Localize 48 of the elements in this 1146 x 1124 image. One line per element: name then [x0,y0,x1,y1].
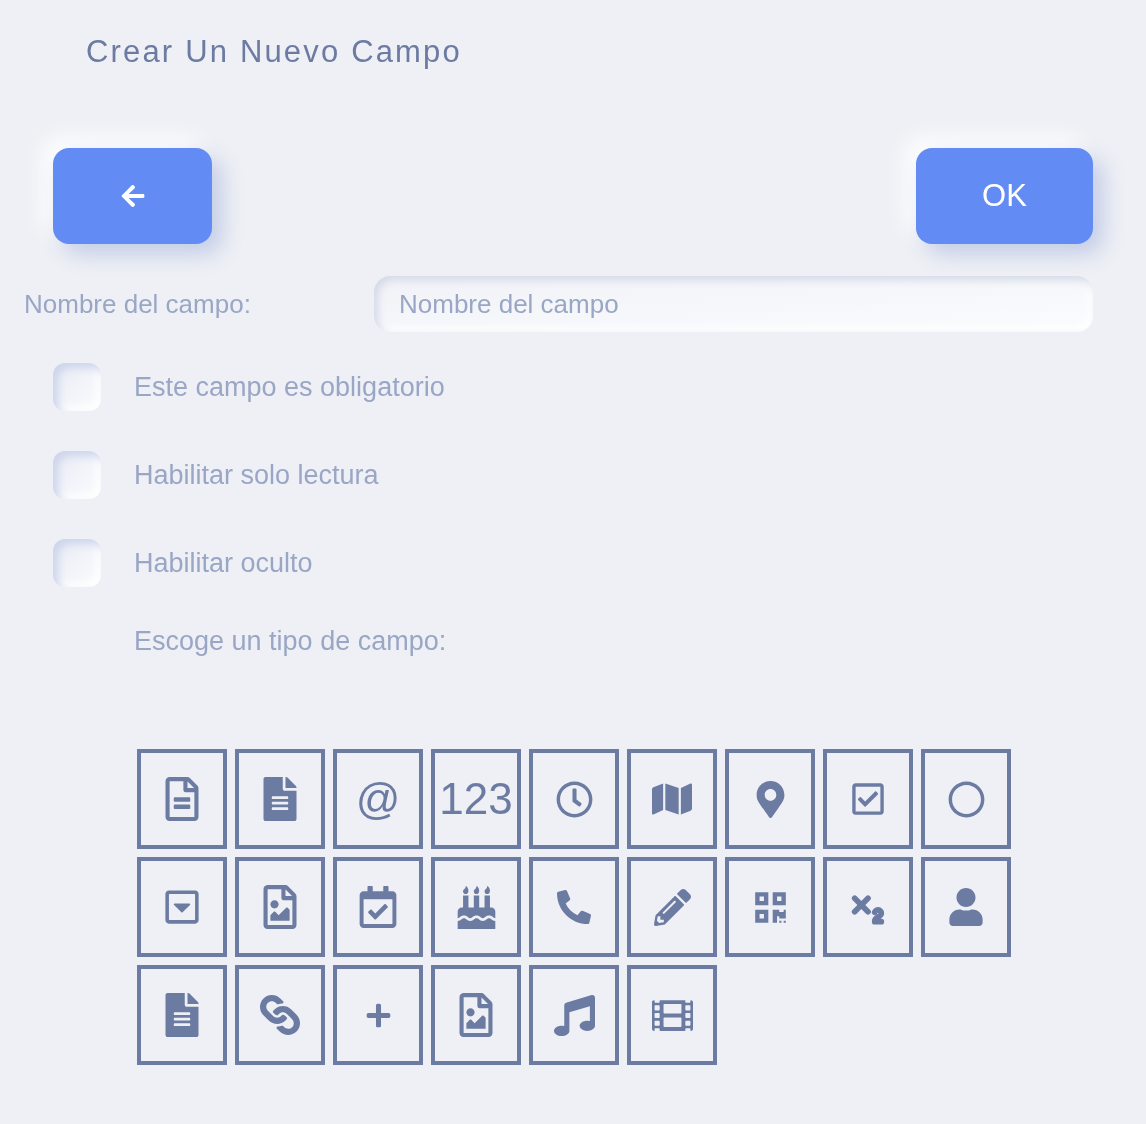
field-type-button[interactable] [627,749,717,849]
field-type-button[interactable]: 123 [431,749,521,849]
field-type-button[interactable] [333,965,423,1065]
field-type-button[interactable] [137,965,227,1065]
option-label: Habilitar oculto [134,546,313,580]
field-type-button[interactable] [725,857,815,957]
page-title: Crear Un Nuevo Campo [86,33,462,71]
field-name-label: Nombre del campo: [24,287,252,321]
field-type-button[interactable] [137,857,227,957]
field-type-button[interactable] [921,749,1011,849]
checkbox-icon [850,781,886,817]
field-type-button[interactable] [431,965,521,1065]
field-type-button[interactable] [431,857,521,957]
field-type-button[interactable] [823,857,913,957]
dropdown-icon [163,888,201,926]
field-type-prompt: Escoge un tipo de campo: [134,625,447,657]
checkbox[interactable] [53,363,101,411]
clock-icon [555,780,593,818]
option-label: Este campo es obligatorio [134,370,445,404]
field-type-button[interactable] [137,749,227,849]
link-icon [260,995,300,1035]
pencil-icon [653,888,691,926]
option-label: Habilitar solo lectura [134,458,379,492]
field-type-button[interactable] [529,749,619,849]
field-type-button[interactable]: @ [333,749,423,849]
field-type-button[interactable] [627,857,717,957]
field-type-button[interactable] [921,857,1011,957]
phone-icon [557,890,591,924]
field-type-button[interactable] [333,857,423,957]
back-arrow-icon [119,183,146,209]
qr-code-icon [752,889,788,925]
field-type-button[interactable] [529,965,619,1065]
calendar-check-icon [357,886,399,928]
ok-button[interactable]: OK [916,148,1093,244]
back-button[interactable] [53,148,212,244]
field-type-button[interactable] [235,749,325,849]
checkbox[interactable] [53,539,101,587]
field-type-button[interactable] [235,857,325,957]
music-note-icon [553,994,595,1036]
field-type-button[interactable] [823,749,913,849]
field-type-button[interactable] [235,965,325,1065]
field-type-button[interactable] [725,749,815,849]
field-type-button[interactable] [529,857,619,957]
checkbox[interactable] [53,451,101,499]
user-icon [947,888,985,926]
field-name-input[interactable]: Nombre del campo [374,276,1093,332]
field-type-button[interactable] [627,965,717,1065]
plus-icon [364,1001,392,1029]
